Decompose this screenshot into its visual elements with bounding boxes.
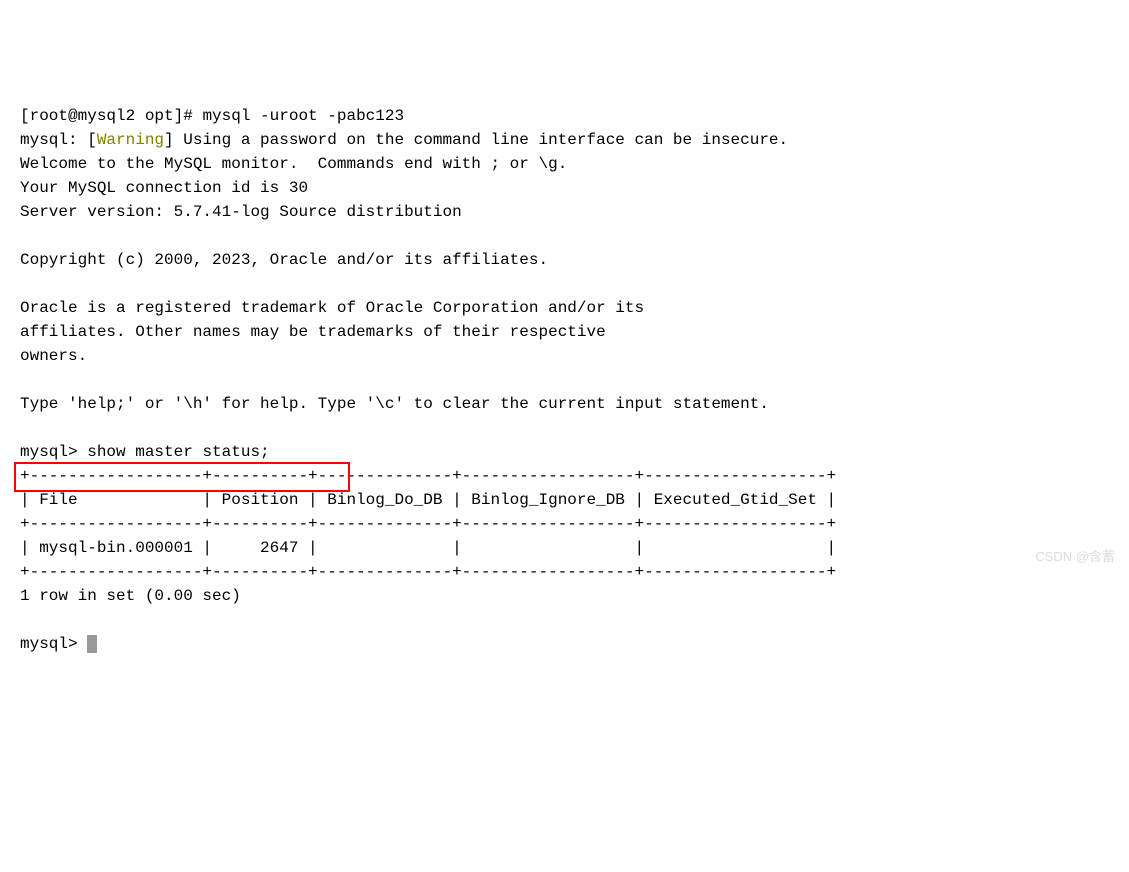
warning-text: ] Using a password on the command line i… [164, 131, 788, 149]
table-header-row: | File | Position | Binlog_Do_DB | Binlo… [20, 491, 836, 509]
trademark-line-3: owners. [20, 347, 87, 365]
shell-prompt: [root@mysql2 opt]# [20, 107, 202, 125]
table-row: | mysql-bin.000001 | 2647 | | | | [20, 539, 836, 557]
server-version-line: Server version: 5.7.41-log Source distri… [20, 203, 462, 221]
help-line: Type 'help;' or '\h' for help. Type '\c'… [20, 395, 769, 413]
mysql-prompt: mysql> [20, 635, 87, 653]
connection-id-line: Your MySQL connection id is 30 [20, 179, 308, 197]
cursor [87, 635, 97, 653]
sql-command: show master status; [87, 443, 269, 461]
table-border: +------------------+----------+---------… [20, 467, 836, 485]
copyright-line: Copyright (c) 2000, 2023, Oracle and/or … [20, 251, 548, 269]
mysql-prompt: mysql> [20, 443, 87, 461]
table-border: +------------------+----------+---------… [20, 563, 836, 581]
shell-command: mysql -uroot -pabc123 [202, 107, 404, 125]
result-summary: 1 row in set (0.00 sec) [20, 587, 241, 605]
trademark-line-1: Oracle is a registered trademark of Orac… [20, 299, 644, 317]
warning-label: Warning [97, 131, 164, 149]
terminal-output[interactable]: [root@mysql2 opt]# mysql -uroot -pabc123… [0, 104, 1129, 656]
mysql-prefix: mysql: [ [20, 131, 97, 149]
watermark: CSDN @含蓄 [1035, 547, 1115, 567]
trademark-line-2: affiliates. Other names may be trademark… [20, 323, 606, 341]
table-border: +------------------+----------+---------… [20, 515, 836, 533]
welcome-line: Welcome to the MySQL monitor. Commands e… [20, 155, 567, 173]
